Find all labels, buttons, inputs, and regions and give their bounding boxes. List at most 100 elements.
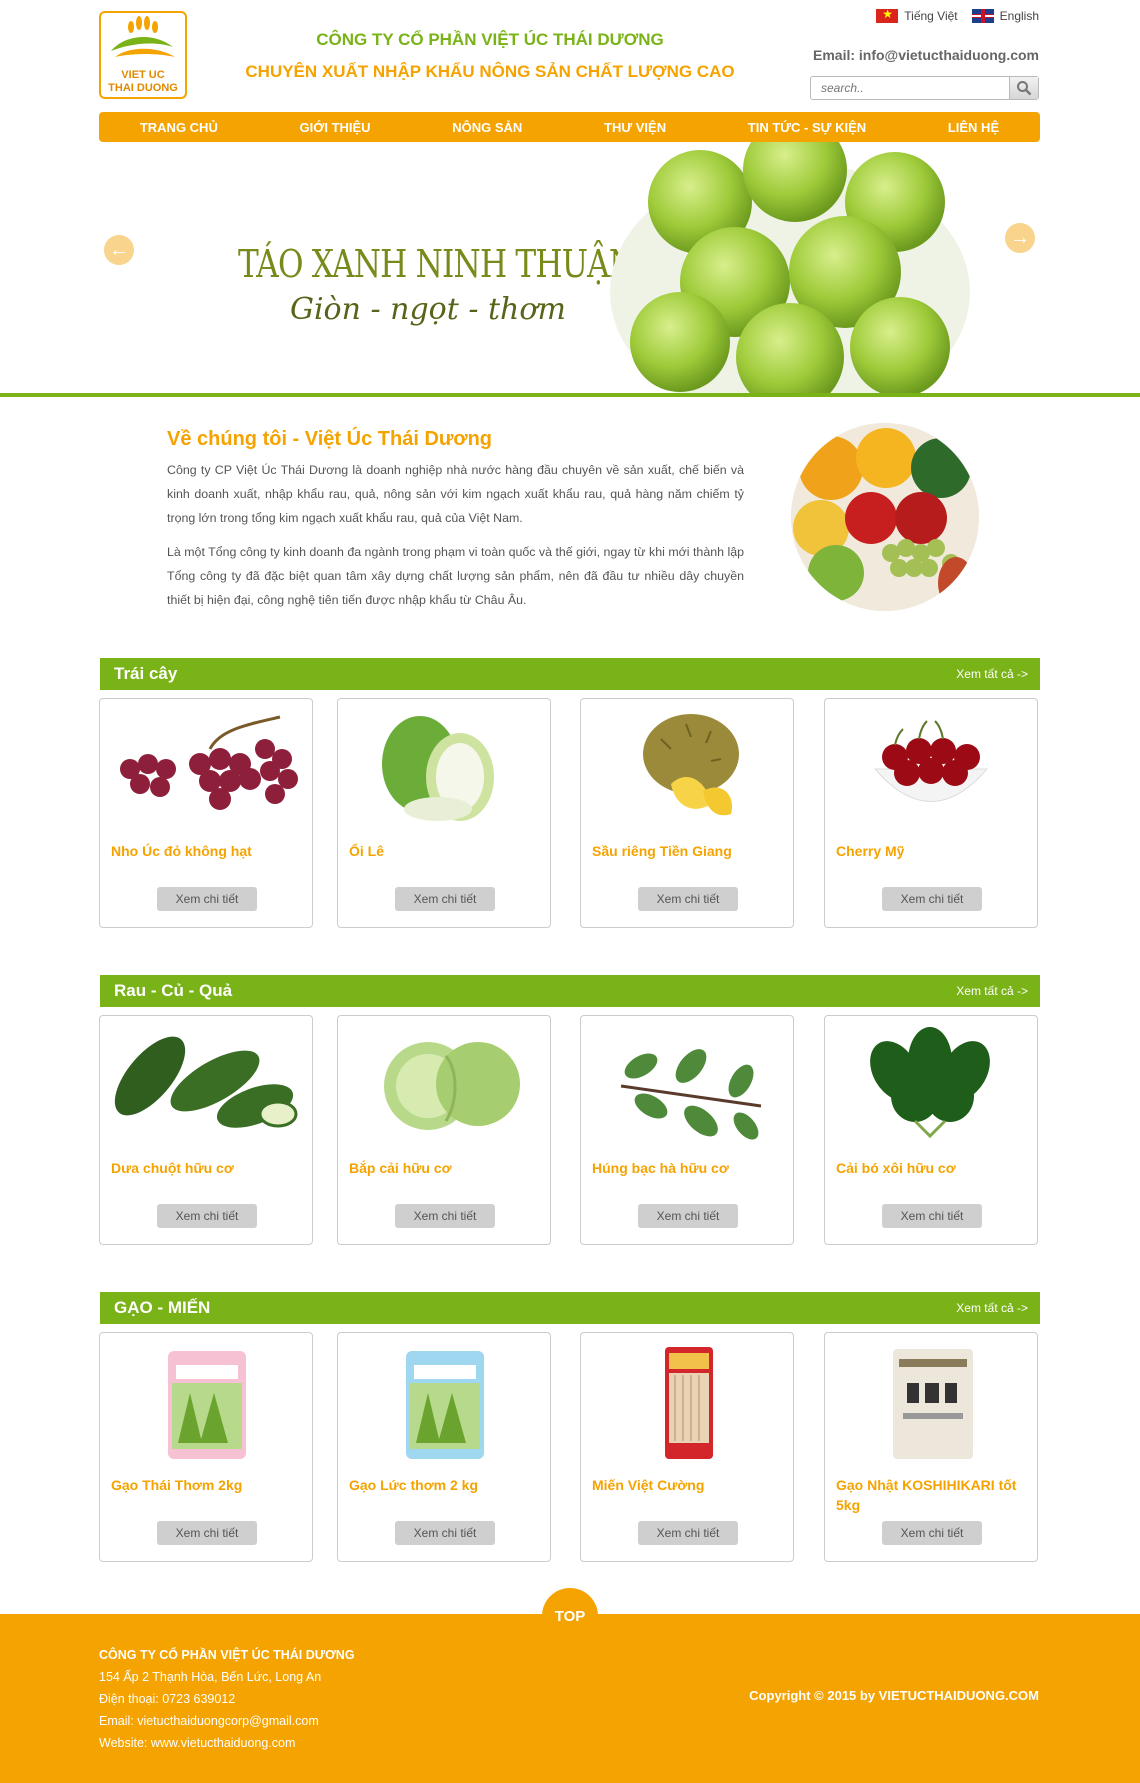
lang-vi-label: Tiếng Việt <box>904 9 958 23</box>
view-all-link[interactable]: Xem tất cả -> <box>956 984 1028 998</box>
green-apples-image <box>610 142 970 394</box>
product-card[interactable]: Ổi Lê Xem chi tiết <box>337 698 551 928</box>
lang-en-label: English <box>999 9 1039 23</box>
banner-next-arrow-icon[interactable]: → <box>1005 223 1035 253</box>
view-detail-button[interactable]: Xem chi tiết <box>638 887 738 911</box>
lang-vietnamese[interactable]: Tiếng Việt <box>876 7 958 23</box>
banner-title: TÁO XANH NINH THUẬN <box>238 242 636 286</box>
rice-bag-brown-image <box>406 1351 484 1459</box>
search-box <box>810 76 1039 100</box>
lang-english[interactable]: English <box>971 9 1039 23</box>
hero-banner: TÁO XANH NINH THUẬN Giòn - ngọt - thơm ←… <box>0 142 1140 394</box>
product-name[interactable]: Ổi Lê <box>349 841 539 861</box>
view-detail-button[interactable]: Xem chi tiết <box>882 1204 982 1228</box>
footer-address: 154 Ấp 2 Thạnh Hòa, Bến Lức, Long An <box>99 1670 322 1684</box>
product-name[interactable]: Dưa chuột hữu cơ <box>111 1158 301 1178</box>
section-header-rice: GẠO - MIẾN Xem tất cả -> <box>100 1292 1040 1324</box>
product-name[interactable]: Miến Việt Cường <box>592 1475 782 1495</box>
view-detail-button[interactable]: Xem chi tiết <box>395 1521 495 1545</box>
product-name[interactable]: Gạo Lức thơm 2 kg <box>349 1475 539 1495</box>
nav-contact[interactable]: LIÊN HỆ <box>948 120 999 135</box>
product-name[interactable]: Húng bạc hà hữu cơ <box>592 1158 782 1178</box>
view-detail-button[interactable]: Xem chi tiết <box>157 1204 257 1228</box>
nav-news[interactable]: TIN TỨC - SỰ KIỆN <box>748 120 866 135</box>
section-header-vegetables: Rau - Củ - Quả Xem tất cả -> <box>100 975 1040 1007</box>
nav-about[interactable]: GIỚI THIỆU <box>300 120 371 135</box>
cucumber-image <box>114 1036 298 1128</box>
view-detail-button[interactable]: Xem chi tiết <box>395 1204 495 1228</box>
product-card[interactable]: Nho Úc đỏ không hạt Xem chi tiết <box>99 698 313 928</box>
footer-company: CÔNG TY CỔ PHẦN VIỆT ÚC THÁI DƯƠNG <box>99 1648 355 1662</box>
nav-library[interactable]: THƯ VIỆN <box>604 120 666 135</box>
vermicelli-package-image <box>665 1347 713 1459</box>
product-card[interactable]: Cải bó xôi hữu cơ Xem chi tiết <box>824 1015 1038 1245</box>
product-name[interactable]: Gạo Thái Thơm 2kg <box>111 1475 301 1495</box>
logo-text-line2: THAI DUONG <box>108 82 178 94</box>
main-nav: TRANG CHỦ GIỚI THIỆU NÔNG SẢN THƯ VIỆN T… <box>99 112 1040 142</box>
product-card[interactable]: Gạo Nhật KOSHIHIKARI tốt 5kg Xem chi tiế… <box>824 1332 1038 1562</box>
product-name[interactable]: Cherry Mỹ <box>836 841 1026 861</box>
product-card[interactable]: Gạo Thái Thơm 2kg Xem chi tiết <box>99 1332 313 1562</box>
banner-divider <box>0 393 1140 397</box>
product-card[interactable]: Miến Việt Cường Xem chi tiết <box>580 1332 794 1562</box>
guava-image <box>382 716 494 821</box>
language-switcher: Tiếng Việt English <box>876 7 1039 23</box>
search-icon <box>1017 81 1032 96</box>
about-title: Về chúng tôi - Việt Úc Thái Dương <box>167 428 493 450</box>
about-paragraph-1: Công ty CP Việt Úc Thái Dương là doanh n… <box>167 463 744 525</box>
product-card[interactable]: Gạo Lức thơm 2 kg Xem chi tiết <box>337 1332 551 1562</box>
logo-text-line1: VIET UC <box>121 69 165 81</box>
product-name[interactable]: Bắp cải hữu cơ <box>349 1158 539 1178</box>
product-card[interactable]: Sầu riêng Tiền Giang Xem chi tiết <box>580 698 794 928</box>
fruit-basket-image <box>791 423 979 611</box>
section-title: Rau - Củ - Quả <box>114 981 233 1000</box>
product-name[interactable]: Cải bó xôi hữu cơ <box>836 1158 1026 1178</box>
slogan: CHUYÊN XUẤT NHẬP KHẨU NÔNG SẢN CHẤT LƯỢN… <box>245 62 735 81</box>
product-card[interactable]: Cherry Mỹ Xem chi tiết <box>824 698 1038 928</box>
back-to-top-button[interactable]: TOP <box>542 1588 598 1644</box>
view-detail-button[interactable]: Xem chi tiết <box>638 1204 738 1228</box>
red-grapes-image <box>120 715 298 810</box>
durian-image <box>643 714 739 816</box>
cherry-image <box>873 720 989 802</box>
footer-email: Email: vietucthaiduongcorp@gmail.com <box>99 1714 319 1728</box>
nav-home[interactable]: TRANG CHỦ <box>140 120 218 135</box>
banner-subtitle: Giòn - ngọt - thơm <box>290 292 566 327</box>
product-name[interactable]: Sầu riêng Tiền Giang <box>592 841 782 861</box>
header-email: Email: info@vietucthaiduong.com <box>813 47 1039 63</box>
footer-phone: Điện thoại: 0723 639012 <box>99 1692 236 1706</box>
search-button[interactable] <box>1009 77 1038 99</box>
view-detail-button[interactable]: Xem chi tiết <box>882 1521 982 1545</box>
view-detail-button[interactable]: Xem chi tiết <box>157 887 257 911</box>
view-detail-button[interactable]: Xem chi tiết <box>638 1521 738 1545</box>
product-card[interactable]: Bắp cải hữu cơ Xem chi tiết <box>337 1015 551 1245</box>
view-all-link[interactable]: Xem tất cả -> <box>956 667 1028 681</box>
product-name[interactable]: Nho Úc đỏ không hạt <box>111 841 301 861</box>
cabbage-image <box>384 1042 520 1130</box>
mint-image <box>620 1049 762 1140</box>
section-header-fruits: Trái cây Xem tất cả -> <box>100 658 1040 690</box>
japanese-rice-bag-image <box>893 1349 973 1459</box>
view-detail-button[interactable]: Xem chi tiết <box>157 1521 257 1545</box>
view-all-link[interactable]: Xem tất cả -> <box>956 1301 1028 1315</box>
nav-products[interactable]: NÔNG SẢN <box>452 120 522 135</box>
product-name[interactable]: Gạo Nhật KOSHIHIKARI tốt 5kg <box>836 1475 1026 1515</box>
section-title: GẠO - MIẾN <box>114 1298 211 1317</box>
rice-bag-thai-image <box>168 1351 246 1459</box>
vietnam-flag-icon <box>876 7 899 23</box>
logo[interactable]: VIET UC THAI DUONG <box>99 11 187 99</box>
product-card[interactable]: Dưa chuột hữu cơ Xem chi tiết <box>99 1015 313 1245</box>
view-detail-button[interactable]: Xem chi tiết <box>395 887 495 911</box>
search-input[interactable] <box>811 77 1009 99</box>
about-paragraph-2: Là một Tổng công ty kinh doanh đa ngành … <box>167 545 744 607</box>
uk-flag-icon <box>971 9 994 23</box>
banner-prev-arrow-icon[interactable]: ← <box>104 235 134 265</box>
product-card[interactable]: Húng bạc hà hữu cơ Xem chi tiết <box>580 1015 794 1245</box>
logo-leaf-icon <box>111 16 175 57</box>
section-title: Trái cây <box>114 664 178 683</box>
footer-copyright: Copyright © 2015 by VIETUCTHAIDUONG.COM <box>749 1688 1039 1703</box>
spinach-image <box>870 1027 990 1139</box>
company-name: CÔNG TY CỔ PHẦN VIỆT ÚC THÁI DƯƠNG <box>316 30 664 49</box>
footer-website: Website: www.vietucthaiduong.com <box>99 1736 296 1750</box>
view-detail-button[interactable]: Xem chi tiết <box>882 887 982 911</box>
